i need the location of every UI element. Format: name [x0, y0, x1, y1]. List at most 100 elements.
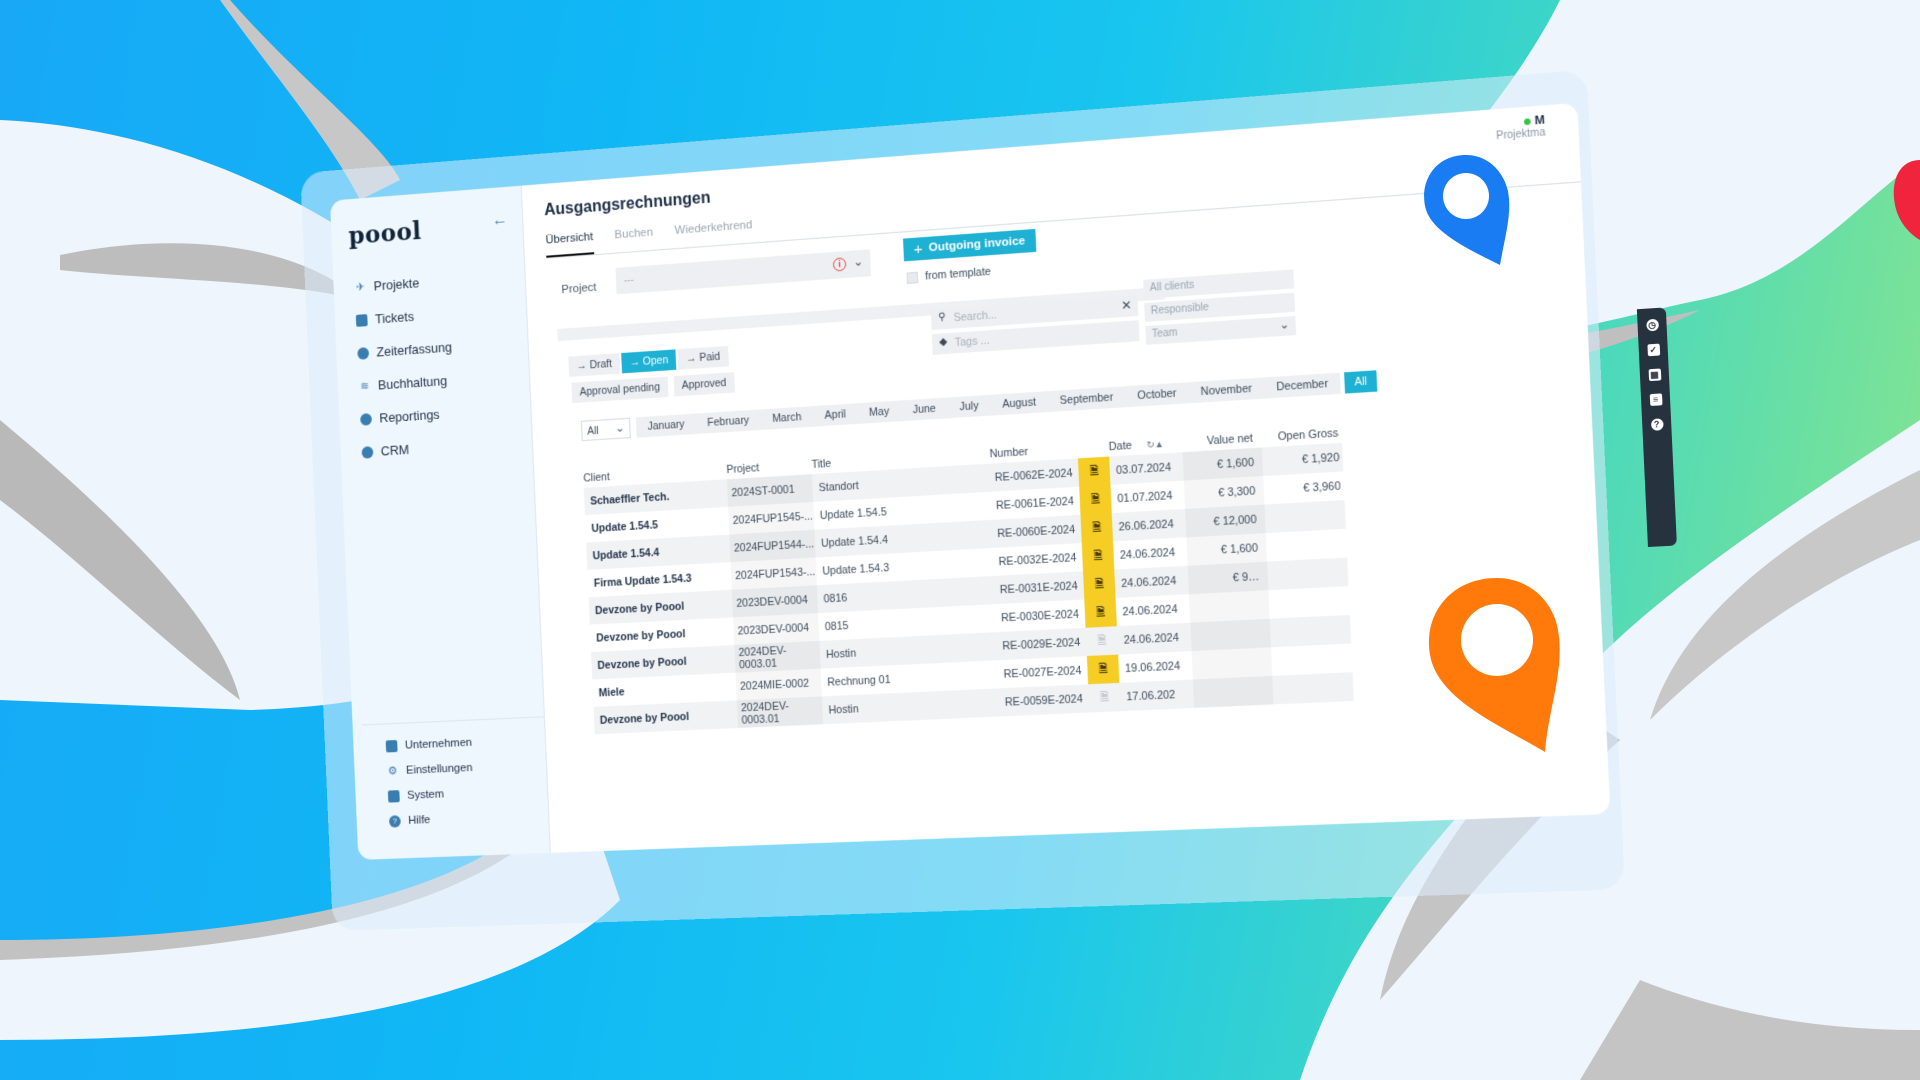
year-select-value: All — [586, 424, 599, 438]
value-net-cell — [1193, 676, 1274, 708]
value-net-cell — [1190, 619, 1271, 651]
title-cell: Update 1.54.4 — [820, 533, 889, 550]
title-cell: Hostin — [825, 646, 857, 661]
month-october[interactable]: October — [1125, 386, 1189, 403]
open-gross-cell: € 3,960 — [1302, 479, 1341, 495]
month-january[interactable]: January — [636, 418, 696, 434]
column-header-value-net[interactable]: Value net — [1182, 432, 1262, 449]
date-cell: 19.06.2024 — [1124, 659, 1181, 675]
arrow-left-icon[interactable]: ← — [492, 211, 508, 230]
status-paid-chip[interactable]: → Paid — [677, 345, 729, 370]
project-select-value: --- — [623, 274, 635, 287]
pdf-icon[interactable]: 🗎 — [1086, 654, 1120, 685]
calendar-icon[interactable]: ▦ — [1648, 368, 1661, 382]
status-filter-row: → Draft → Open → Paid — [568, 345, 729, 377]
date-cell: 24.06.2024 — [1119, 545, 1176, 562]
month-june[interactable]: June — [901, 402, 948, 417]
tab-uebersicht[interactable]: Übersicht — [545, 230, 594, 258]
sidebar-item-label: System — [406, 787, 445, 802]
sidebar-item-hilfe[interactable]: ? Hilfe — [388, 805, 476, 833]
client-cell: Update 1.54.5 — [591, 518, 659, 535]
responsible-dropdown-value: Responsible — [1150, 301, 1210, 318]
approval-pending-chip[interactable]: Approval pending — [571, 376, 669, 404]
pdf-icon[interactable]: 🗎 — [1088, 683, 1121, 713]
sidebar-item-unternehmen[interactable]: Unternehmen — [385, 730, 472, 759]
invoice-table: Client Project Title Number Date ↻▲ Value… — [583, 419, 1355, 735]
task-list-icon[interactable]: ≡ — [1649, 393, 1662, 407]
plus-icon: + — [913, 239, 924, 259]
column-header-date[interactable]: Date ↻▲ — [1108, 436, 1182, 454]
page-title: Ausgangsrechnungen — [543, 189, 711, 220]
year-select[interactable]: All ⌄ — [580, 417, 631, 442]
client-cell: Schaeffler Tech. — [590, 490, 670, 508]
value-net-cell: € 12,000 — [1185, 505, 1266, 538]
pdf-icon[interactable]: 🗎 — [1081, 541, 1115, 572]
open-gross-cell — [1272, 658, 1358, 662]
invoice-number-cell: RE-0059E-2024 — [1004, 692, 1084, 709]
clients-dropdown-value: All clients — [1149, 279, 1195, 295]
month-july[interactable]: July — [947, 399, 990, 414]
pdf-icon[interactable]: 🗎 — [1084, 597, 1117, 628]
ticket-icon — [355, 313, 368, 327]
open-gross-cell — [1269, 600, 1355, 604]
clock-icon[interactable]: ◷ — [1645, 318, 1659, 332]
clear-search-icon[interactable]: ✕ — [1121, 298, 1132, 313]
tab-buchen[interactable]: Buchen — [614, 226, 653, 252]
status-draft-chip[interactable]: → Draft — [568, 353, 621, 377]
column-header-open-gross[interactable]: Open Gross — [1261, 426, 1347, 444]
app-window: poool ← ✈ Projekte Tickets Zeiterfassung… — [300, 69, 1677, 931]
search-placeholder: Search... — [953, 308, 998, 325]
help-icon[interactable]: ? — [1650, 418, 1664, 431]
invoice-number-cell: RE-0061E-2024 — [995, 494, 1075, 512]
month-august[interactable]: August — [990, 395, 1048, 411]
sort-ascending-icon[interactable]: ↻▲ — [1146, 439, 1164, 451]
approved-chip[interactable]: Approved — [673, 372, 735, 397]
title-cell: Update 1.54.5 — [819, 505, 887, 522]
from-template-checkbox[interactable] — [906, 271, 919, 284]
pdf-icon[interactable]: 🗎 — [1079, 484, 1112, 515]
sliders-icon — [387, 789, 400, 803]
title-cell: Hostin — [828, 702, 859, 717]
title-cell: 0815 — [824, 619, 849, 633]
project-select[interactable]: --- i ⌄ — [615, 249, 872, 295]
checkbox-icon[interactable]: ✓ — [1646, 343, 1660, 357]
month-november[interactable]: November — [1188, 382, 1264, 399]
outgoing-invoice-button[interactable]: + Outgoing invoice — [903, 228, 1037, 262]
user-name: M — [1534, 113, 1546, 128]
pdf-icon[interactable]: 🗎 — [1077, 456, 1111, 487]
month-may[interactable]: May — [857, 405, 901, 420]
month-february[interactable]: February — [696, 414, 761, 430]
sidebar-item-label: Tickets — [374, 308, 415, 327]
tags-placeholder: Tags ... — [954, 334, 990, 350]
pdf-icon[interactable]: 🗎 — [1080, 513, 1114, 544]
quick-action-rail: ◷ ✓ ▦ ≡ ? — [1636, 307, 1677, 548]
project-cell: 2023DEV-0004 — [733, 613, 819, 645]
month-april[interactable]: April — [813, 407, 858, 422]
invoice-number-cell: RE-0060E-2024 — [997, 523, 1076, 540]
pdf-icon[interactable]: 🗎 — [1086, 626, 1119, 656]
month-march[interactable]: March — [760, 410, 813, 426]
month-september[interactable]: September — [1048, 390, 1126, 407]
status-open-chip[interactable]: → Open — [621, 349, 677, 374]
date-cell: 17.06.202 — [1126, 688, 1176, 704]
sidebar-item-system[interactable]: System — [387, 780, 475, 809]
month-december[interactable]: December — [1264, 377, 1341, 395]
client-cell: Miele — [598, 685, 625, 700]
sidebar-item-label: Projekte — [373, 275, 420, 294]
date-header-label: Date — [1108, 439, 1133, 454]
open-gross-cell: € 1,920 — [1301, 450, 1340, 466]
sidebar-item-label: Zeiterfassung — [376, 339, 453, 360]
chevron-down-icon: ⌄ — [615, 422, 625, 435]
user-status[interactable]: M Projektma — [1495, 113, 1546, 142]
sidebar-item-label: Buchhaltung — [377, 372, 448, 393]
sidebar-item-crm[interactable]: CRM — [361, 430, 457, 469]
from-template-option: from template — [906, 266, 991, 284]
pdf-icon[interactable]: 🗎 — [1083, 569, 1116, 600]
tab-wiederkehrend[interactable]: Wiederkehrend — [674, 219, 753, 248]
column-header-project[interactable]: Project — [726, 459, 812, 476]
sidebar-item-einstellungen[interactable]: ⚙ Einstellungen — [386, 755, 473, 784]
month-all-button[interactable]: All — [1344, 370, 1378, 394]
project-label: Project — [561, 281, 597, 297]
column-header-number[interactable]: Number — [989, 443, 1077, 461]
open-gross-cell — [1273, 686, 1359, 690]
